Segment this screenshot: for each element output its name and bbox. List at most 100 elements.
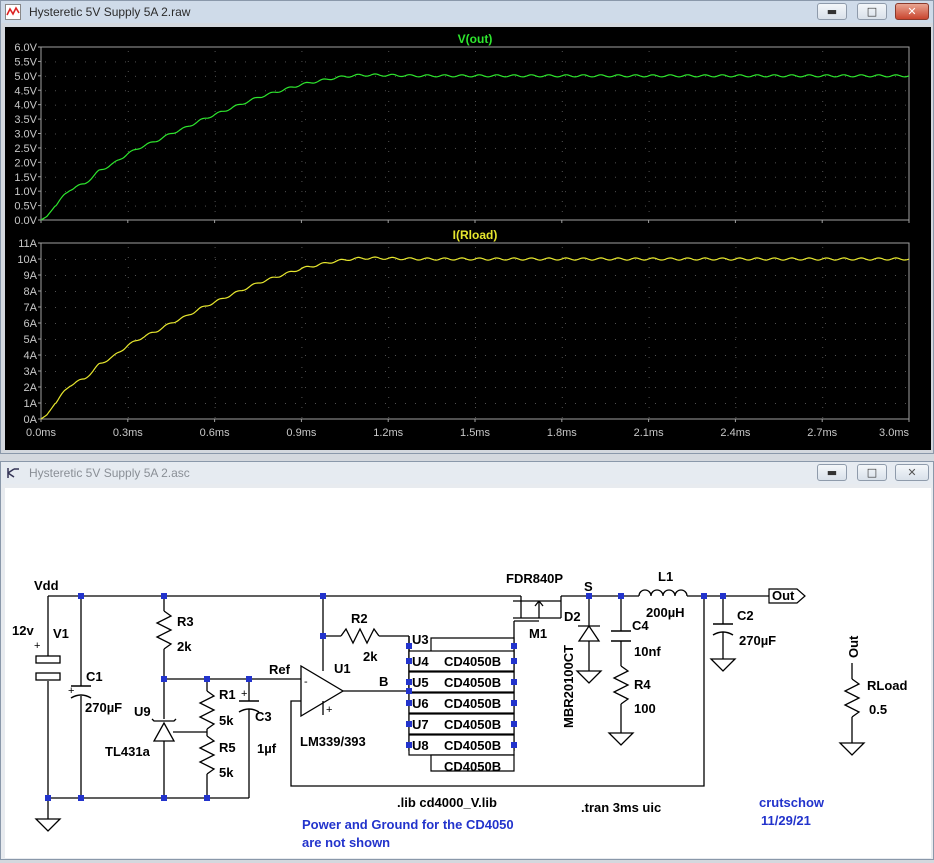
grid-dot: [895, 259, 896, 260]
grid-dot: [595, 403, 596, 404]
grid-dot: [255, 307, 256, 308]
grid-dot: [125, 119, 126, 121]
grid-dot: [845, 162, 846, 164]
grid-dot: [285, 90, 286, 92]
schematic-minimize-button[interactable]: ▬: [817, 464, 847, 481]
grid-dot: [135, 403, 136, 404]
grid-dot: [515, 323, 516, 324]
grid-dot: [175, 371, 176, 372]
grid-dot: [405, 339, 406, 340]
grid-dot: [555, 147, 556, 149]
grid-dot: [195, 339, 196, 340]
grid-dot: [385, 61, 386, 63]
grid-dot: [315, 176, 316, 178]
grid-dot: [301, 317, 303, 318]
grid-dot: [515, 191, 516, 193]
waveform-plots[interactable]: 0.0V0.5V1.0V1.5V2.0V2.5V3.0V3.5V4.0V4.5V…: [5, 27, 931, 450]
grid-dot: [625, 307, 626, 308]
schematic-canvas[interactable]: Vdd 12v V1 C1 270µF R3 2k U9 TL431a R1 5…: [5, 488, 931, 858]
grid-dot: [635, 191, 636, 193]
grid-dot: [115, 205, 116, 207]
grid-dot: [305, 307, 306, 308]
grid-dot: [255, 162, 256, 164]
grid-dot: [565, 162, 566, 164]
grid-dot: [885, 119, 886, 121]
grid-dot: [725, 162, 726, 164]
grid-dot: [127, 181, 129, 182]
schematic-drawing[interactable]: Vdd 12v V1 C1 270µF R3 2k U9 TL431a R1 5…: [5, 488, 931, 858]
grid-dot: [535, 176, 536, 178]
maximize-button[interactable]: □: [857, 3, 887, 20]
grid-dot: [301, 141, 303, 142]
grid-dot: [495, 205, 496, 207]
grid-dot: [815, 339, 816, 340]
grid-dot: [285, 339, 286, 340]
grid-dot: [725, 323, 726, 324]
grid-dot: [395, 75, 396, 77]
grid-dot: [175, 275, 176, 276]
grid-dot: [485, 205, 486, 207]
grid-dot: [825, 119, 826, 121]
grid-dot: [225, 61, 226, 63]
grid-dot: [425, 291, 426, 292]
grid-dot: [565, 75, 566, 77]
grid-dot: [725, 176, 726, 178]
grid-dot: [675, 104, 676, 106]
grid-dot: [785, 339, 786, 340]
close-button[interactable]: ✕: [895, 3, 929, 20]
grid-dot: [625, 355, 626, 356]
grid-dot: [495, 371, 496, 372]
grid-dot: [185, 104, 186, 106]
grid-dot: [325, 147, 326, 149]
grid-dot: [561, 111, 563, 112]
grid-dot: [95, 191, 96, 193]
grid-dot: [155, 75, 156, 77]
schematic-titlebar[interactable]: Hysteretic 5V Supply 5A 2.asc ▬ □ ✕: [1, 462, 933, 484]
grid-dot: [75, 259, 76, 260]
v1-plus-sign: +: [34, 640, 40, 652]
grid-dot: [235, 119, 236, 121]
grid-dot: [705, 323, 706, 324]
schematic-maximize-button[interactable]: □: [857, 464, 887, 481]
grid-dot: [605, 323, 606, 324]
grid-dot: [475, 141, 476, 142]
grid-dot: [315, 133, 316, 135]
grid-dot: [645, 191, 646, 193]
grid-dot: [315, 275, 316, 276]
grid-dot: [165, 191, 166, 193]
grid-dot: [695, 147, 696, 149]
u6-label: U6: [412, 696, 429, 711]
grid-dot: [845, 205, 846, 207]
grid-dot: [175, 61, 176, 63]
grid-dot: [135, 61, 136, 63]
grid-dot: [215, 259, 216, 260]
grid-dot: [665, 371, 666, 372]
grid-dot: [775, 307, 776, 308]
grid-dot: [365, 133, 366, 135]
plot-area[interactable]: 0.0V 0.5V 1.0V 1.5V 2.0V 2.5V 3.0V 3.5V 4.0V 4.5V…: [5, 27, 931, 450]
grid-dot: [905, 307, 906, 308]
grid-dot: [685, 275, 686, 276]
grid-dot: [475, 171, 476, 172]
grid-dot: [765, 61, 766, 63]
grid-dot: [515, 119, 516, 121]
grid-dot: [495, 259, 496, 260]
grid-dot: [335, 339, 336, 340]
grid-dot: [445, 371, 446, 372]
grid-dot: [715, 191, 716, 193]
grid-dot: [665, 90, 666, 92]
grid-dot: [705, 191, 706, 193]
grid-dot: [525, 291, 526, 292]
grid-dot: [645, 162, 646, 164]
grid-dot: [415, 104, 416, 106]
schematic-close-button[interactable]: ✕: [895, 464, 929, 481]
grid-dot: [875, 275, 876, 276]
grid-dot: [585, 291, 586, 292]
waveform-titlebar[interactable]: Hysteretic 5V Supply 5A 2.raw ▬ □ ✕: [1, 1, 933, 23]
minimize-button[interactable]: ▬: [817, 3, 847, 20]
grid-dot: [255, 119, 256, 121]
grid-dot: [75, 75, 76, 77]
grid-dot: [565, 307, 566, 308]
grid-dot: [825, 339, 826, 340]
grid-dot: [505, 275, 506, 276]
